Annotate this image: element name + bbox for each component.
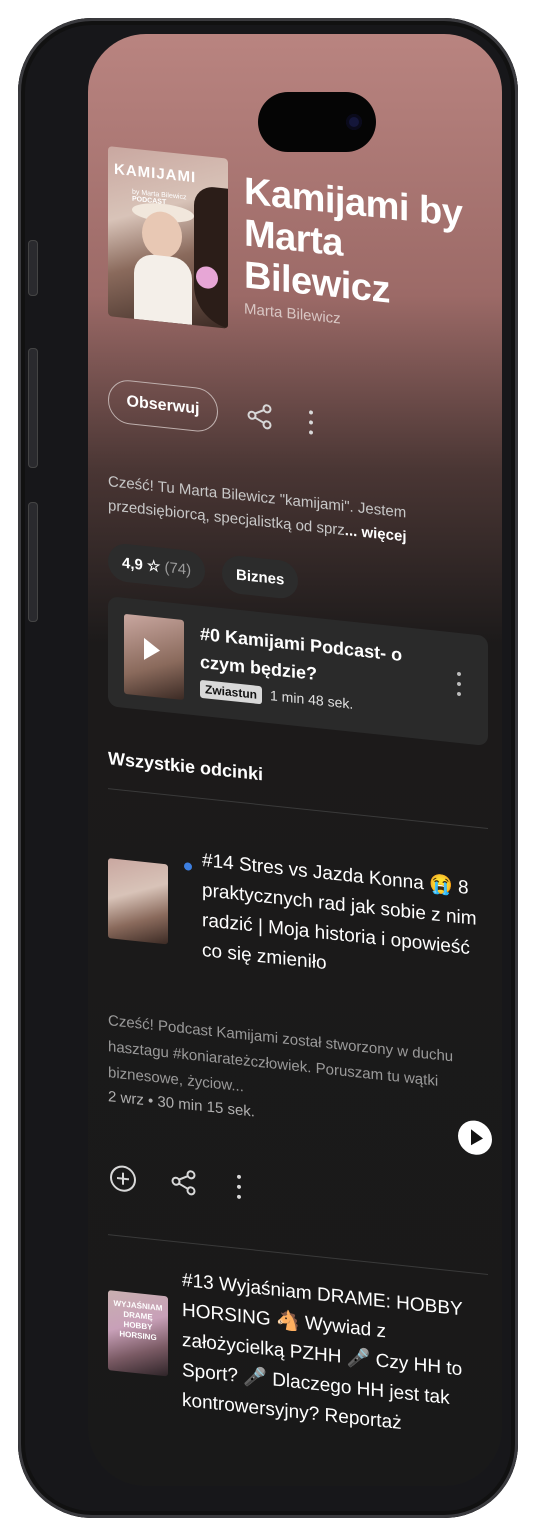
divider [108,788,488,830]
trailer-more-icon[interactable] [456,669,462,700]
volume-up-button [28,348,38,468]
share-icon[interactable] [246,401,274,432]
more-icon[interactable] [306,407,316,438]
podcast-title: Kamijami by Marta Bilewicz [244,170,463,312]
rating-chip[interactable]: 4,9 ☆ (74) [108,542,206,591]
add-episode-icon[interactable] [110,1164,136,1194]
podcast-description: Cześć! Tu Marta Bilewicz "kamijami". Jes… [108,473,407,546]
play-icon[interactable] [144,637,160,662]
episodes-heading: Wszystkie odcinki [108,748,264,785]
dynamic-island [258,92,376,152]
trailer-card[interactable]: #0 Kamijami Podcast- o czym będzie? Zwia… [108,596,488,747]
category-chip[interactable]: Biznes [222,554,299,601]
volume-down-button [28,502,38,622]
camera-icon [346,114,362,130]
episode-title[interactable]: #14 Stres vs Jazda Konna 😭 8 praktycznyc… [202,846,492,996]
episode-more-icon[interactable] [236,1172,242,1203]
trailer-duration: 1 min 48 sek. [270,687,354,712]
episode-thumbnail[interactable]: WYJAŚNIAM DRAMĘ HOBBY HORSING [108,1290,168,1377]
episode-share-icon[interactable] [170,1167,198,1198]
more-link[interactable]: ... więcej [345,522,407,545]
follow-button[interactable]: Obserwuj [108,378,218,434]
podcast-cover: KAMIJAMI by Marta Bilewicz PODCAST [108,146,228,329]
episode-thumbnail[interactable] [108,858,168,945]
cover-title: KAMIJAMI [114,160,197,187]
thumbnail-title: WYJAŚNIAM DRAMĘ HOBBY HORSING [113,1298,163,1343]
cover-horse [194,185,228,329]
divider [108,1234,488,1276]
phone-screen: KAMIJAMI by Marta Bilewicz PODCAST Kamija… [88,34,502,1486]
action-button [28,240,38,296]
rating-value: 4,9 ☆ [122,554,161,576]
episode-title[interactable]: #13 Wyjaśniam DRAME: HOBBY HORSING 🐴 Wyw… [182,1266,482,1448]
trailer-badge: Zwiastun [200,679,263,705]
cover-figure [134,252,192,325]
podcast-page: KAMIJAMI by Marta Bilewicz PODCAST Kamija… [88,34,502,1434]
rating-count: (74) [164,558,192,579]
new-episode-dot [184,862,192,871]
